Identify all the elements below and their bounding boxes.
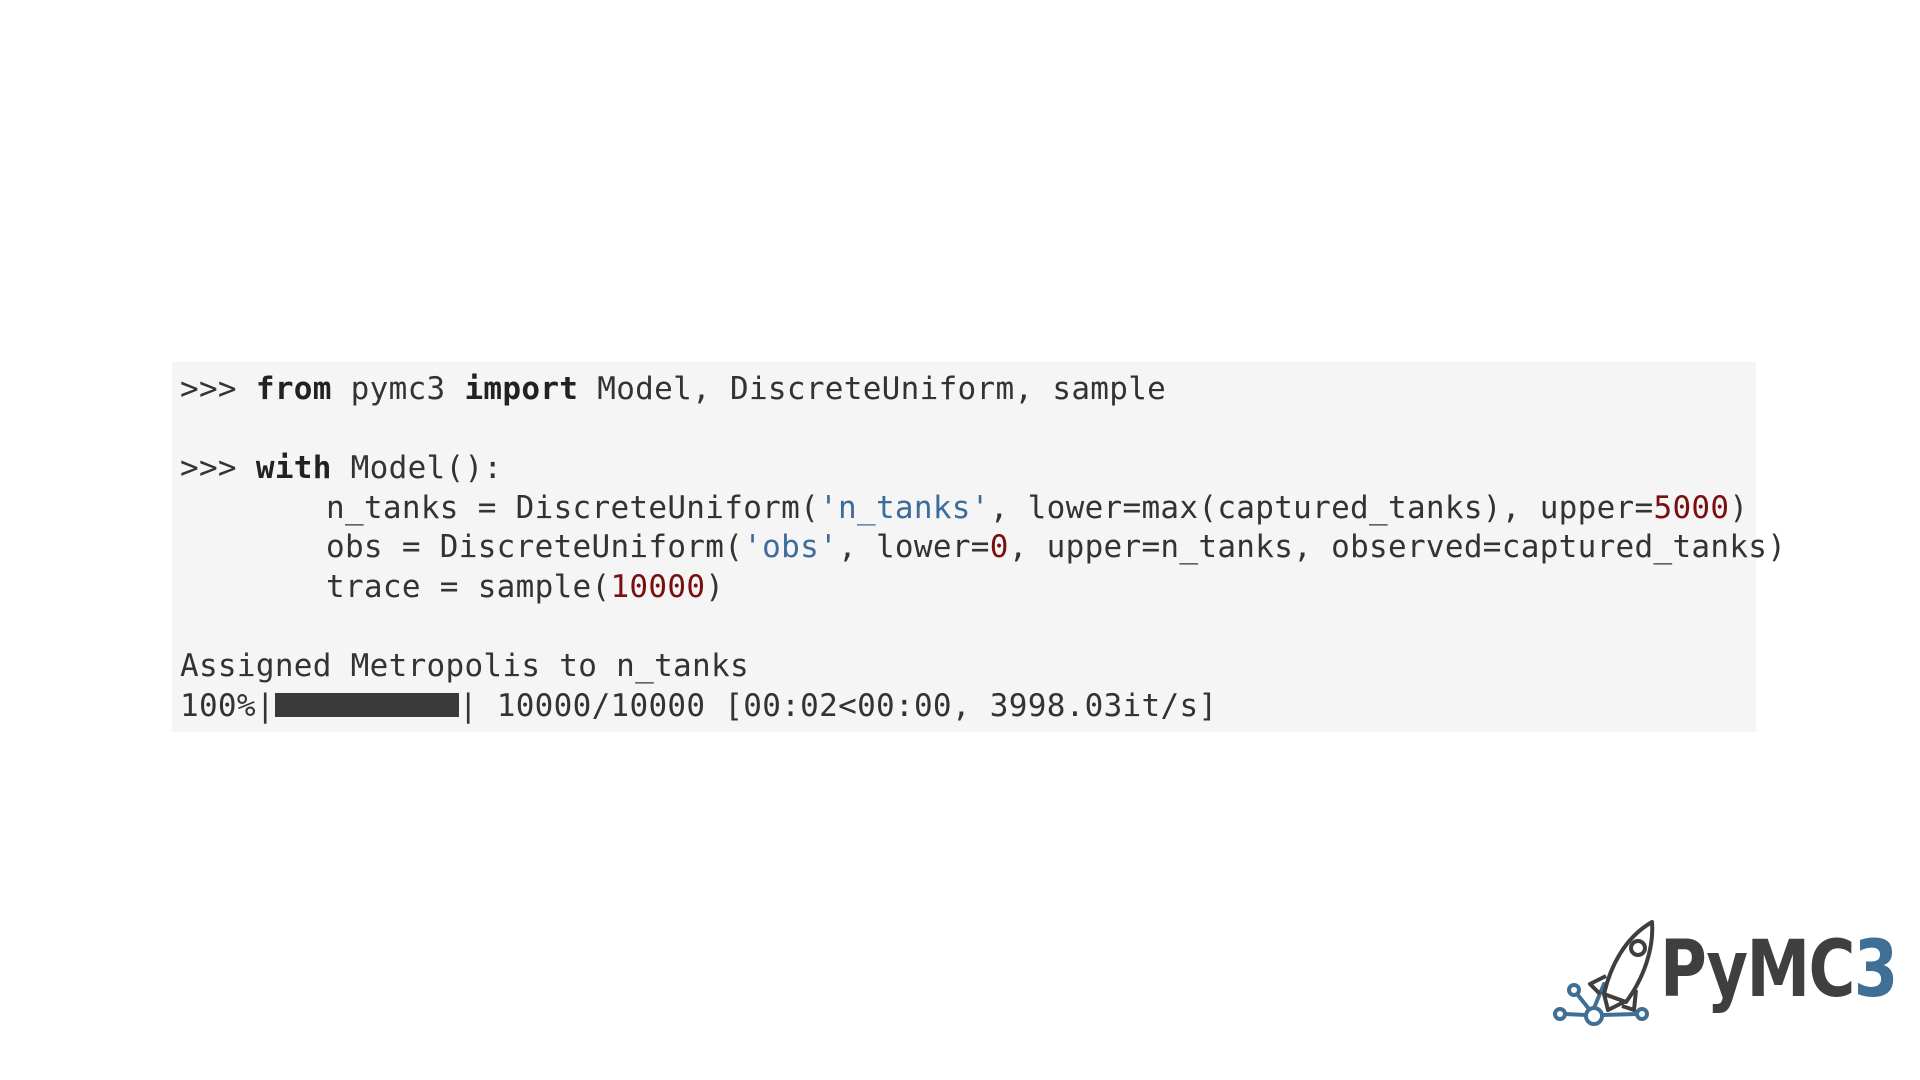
code-text: ) [705,568,725,605]
keyword-from: from [255,371,332,407]
keyword-import: import [464,371,579,407]
progress-percent: 100%| [180,687,275,724]
output-line-progress: 100%| | 10000/10000 [00:02<00:00, 3998.03… [180,687,1756,727]
output-line-assigned: Assigned Metropolis to n_tanks [180,648,749,685]
code-text: obs = DiscreteUniform( [326,529,744,566]
progress-bar [274,693,459,718]
imported-names: Model, DiscreteUniform, sample [578,371,1167,407]
logo-text-accent: 3 [1853,925,1899,1015]
code-block: >>> from pymc3 import Model, DiscreteUni… [172,362,1786,732]
code-line-with: >>> with Model(): [180,449,1756,489]
number-literal: 0 [989,529,1009,566]
code-line-obs: obs = DiscreteUniform('obs', lower=0, up… [180,528,1786,568]
pymc3-logo: PyMC3 [1552,918,1898,1033]
progress-bar-fill [274,693,459,718]
string-literal: 'obs' [743,529,839,566]
number-literal: 5000 [1653,489,1730,526]
code-text: ) [1729,489,1749,526]
module-name: pymc3 [331,371,465,407]
with-expression: Model(): [331,450,503,487]
code-text: , lower=max(captured_tanks), upper= [989,489,1654,526]
prompt: >>> [180,450,256,487]
code-text: , upper=n_tanks, observed=captured_tanks… [1008,529,1787,566]
rocket-icon [1553,920,1655,1026]
keyword-with: with [255,450,332,487]
logo-text: PyMC3 [1660,922,1899,1018]
number-literal: 10000 [610,568,706,605]
logo-text-main: PyMC [1660,925,1855,1015]
code-text: n_tanks = DiscreteUniform( [326,489,820,526]
code-line-import: >>> from pymc3 import Model, DiscreteUni… [180,370,1756,410]
string-literal: 'n_tanks' [819,489,990,526]
code-text: , lower= [838,529,990,566]
progress-stats: | 10000/10000 [00:02<00:00, 3998.03it/s] [458,687,1218,724]
prompt: >>> [180,371,256,407]
code-text: trace = sample( [326,568,611,605]
code-line-n-tanks: n_tanks = DiscreteUniform('n_tanks', low… [180,489,1756,529]
code-line-trace: trace = sample(10000) [180,568,1756,608]
